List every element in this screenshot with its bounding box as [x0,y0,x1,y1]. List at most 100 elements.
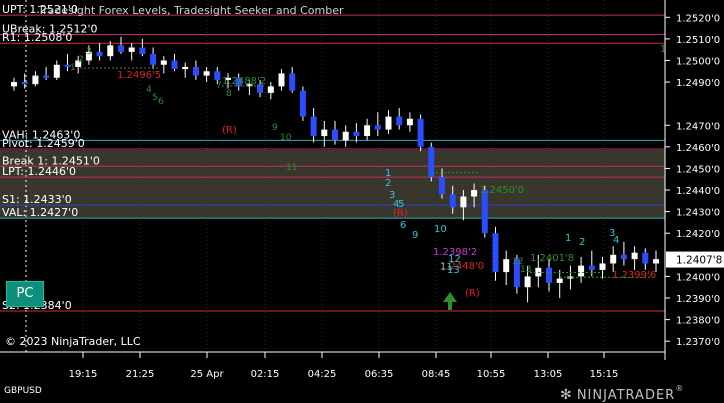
candle-body [342,131,349,141]
candle-body [43,75,50,78]
price-annotation: 1.2488'2 [222,76,266,87]
seeker-count: 2 [579,237,585,248]
chart-title: Tradesight Forex Levels, Tradesight Seek… [38,4,344,17]
candle-body [460,196,467,208]
candle-body [653,259,659,264]
seeker-count: 10 [434,224,447,235]
seeker-count: 9 [412,230,418,241]
comber-count: 11 [286,163,297,173]
candle-body [21,82,28,85]
candle-body [171,60,178,70]
candle-body [481,190,488,234]
candle-body [182,66,189,70]
reversal-signal: (R) [393,208,408,219]
candle-body [588,265,595,270]
x-tick-label: 04:25 [308,369,337,380]
candle-body [492,233,499,273]
ninja-star-icon: ✻ [560,387,572,403]
y-tick-label: 1.2400'0 [676,272,720,283]
price-annotation: 1.2399'6 [612,270,656,281]
comber-count: 1 [70,63,76,73]
y-tick-label: 1.2500'0 [676,56,720,67]
candle-body [503,259,510,273]
candle-body [96,51,103,57]
seeker-count: 13 [447,265,460,276]
seeker-count: 1 [565,233,571,244]
candle-body [267,86,274,93]
ninjatrader-logo: ✻ NINJATRADER® [560,384,683,403]
candle-body [417,118,424,147]
y-tick-label: 1.2420'0 [676,229,720,240]
price-annotation: 1.2450'0 [480,185,524,196]
candle-body [364,125,371,137]
comber-count: 13 [520,265,531,275]
seeker-count: 12 [448,254,461,265]
candle-body [11,82,17,87]
candle-body [385,116,392,130]
comber-count: 8 [226,89,232,99]
comber-count: 5 [152,93,158,103]
candle-body [610,254,617,264]
seeker-count: 2 [385,178,391,189]
candle-body [353,131,360,137]
y-tick-label: 1.2520'0 [676,13,720,24]
brand-suffix: ® [675,384,684,393]
candle-body [289,73,296,91]
candle-body [396,116,403,126]
seeker-count: 6 [400,220,406,231]
candle-body [53,64,60,78]
candle-body [599,263,606,270]
candle-body [192,66,199,76]
level-label: VAL: 1.2427'0 [2,206,78,219]
x-tick-label: 02:15 [251,369,280,380]
candle-body [578,265,585,277]
comber-count: 10 [280,133,292,143]
y-tick-label: 1.2440'0 [676,186,720,197]
x-tick-label: 13:05 [534,369,563,380]
level-label: S1: 1.2433'0 [2,193,72,206]
copyright-text: © 2023 NinjaTrader, LLC [5,335,141,348]
seeker-count: 4 [613,235,619,246]
reversal-signal: (R) [222,125,237,136]
x-tick-label: 10:55 [477,369,506,380]
instrument-symbol: GBPUSD [4,386,42,396]
candle-body [406,118,413,126]
candle-body [631,252,638,260]
comber-count: 7 [216,81,222,91]
candle-body [32,75,39,85]
candle-body [299,90,306,117]
y-tick-label: 1.2450'0 [676,164,720,175]
level-label: Pivot: 1.2459'0 [2,137,85,150]
candle-body [128,47,135,52]
y-tick-label: 1.2510'0 [676,35,720,46]
y-tick-label: 1.2490'0 [676,78,720,89]
candle-body [278,73,285,87]
current-price-label: 1.2407'8 [676,255,722,267]
level-label: LPT: 1.2446'0 [2,165,76,178]
pc-button[interactable]: PC [6,281,44,307]
candle-body [118,45,124,52]
candle-body [374,125,381,130]
x-tick-label: 19:15 [69,369,98,380]
candle-body [546,267,552,283]
candle-body [160,60,167,65]
y-tick-label: 1.2430'0 [676,208,720,219]
y-tick-label: 1.2470'0 [676,121,720,132]
candle-body [471,190,478,197]
comber-count: 6 [158,97,164,107]
candle-body [556,278,563,283]
price-annotation: 1.2496'5 [117,70,161,81]
comber-count: 3 [86,47,92,57]
candle-body [321,129,328,137]
candle-body [642,252,649,264]
x-tick-label: 08:45 [422,369,451,380]
price-annotation: 1.2401'8 [530,253,574,264]
reversal-signal: (R) [465,288,480,299]
y-tick-label: 1.2370'0 [676,337,720,348]
x-tick-label: 21:25 [126,369,155,380]
x-tick-label: 15:15 [590,369,619,380]
y-tick-label: 1.2390'0 [676,294,720,305]
comber-count: 2 [78,55,84,65]
candle-body [107,45,114,57]
candle-body [620,254,627,260]
